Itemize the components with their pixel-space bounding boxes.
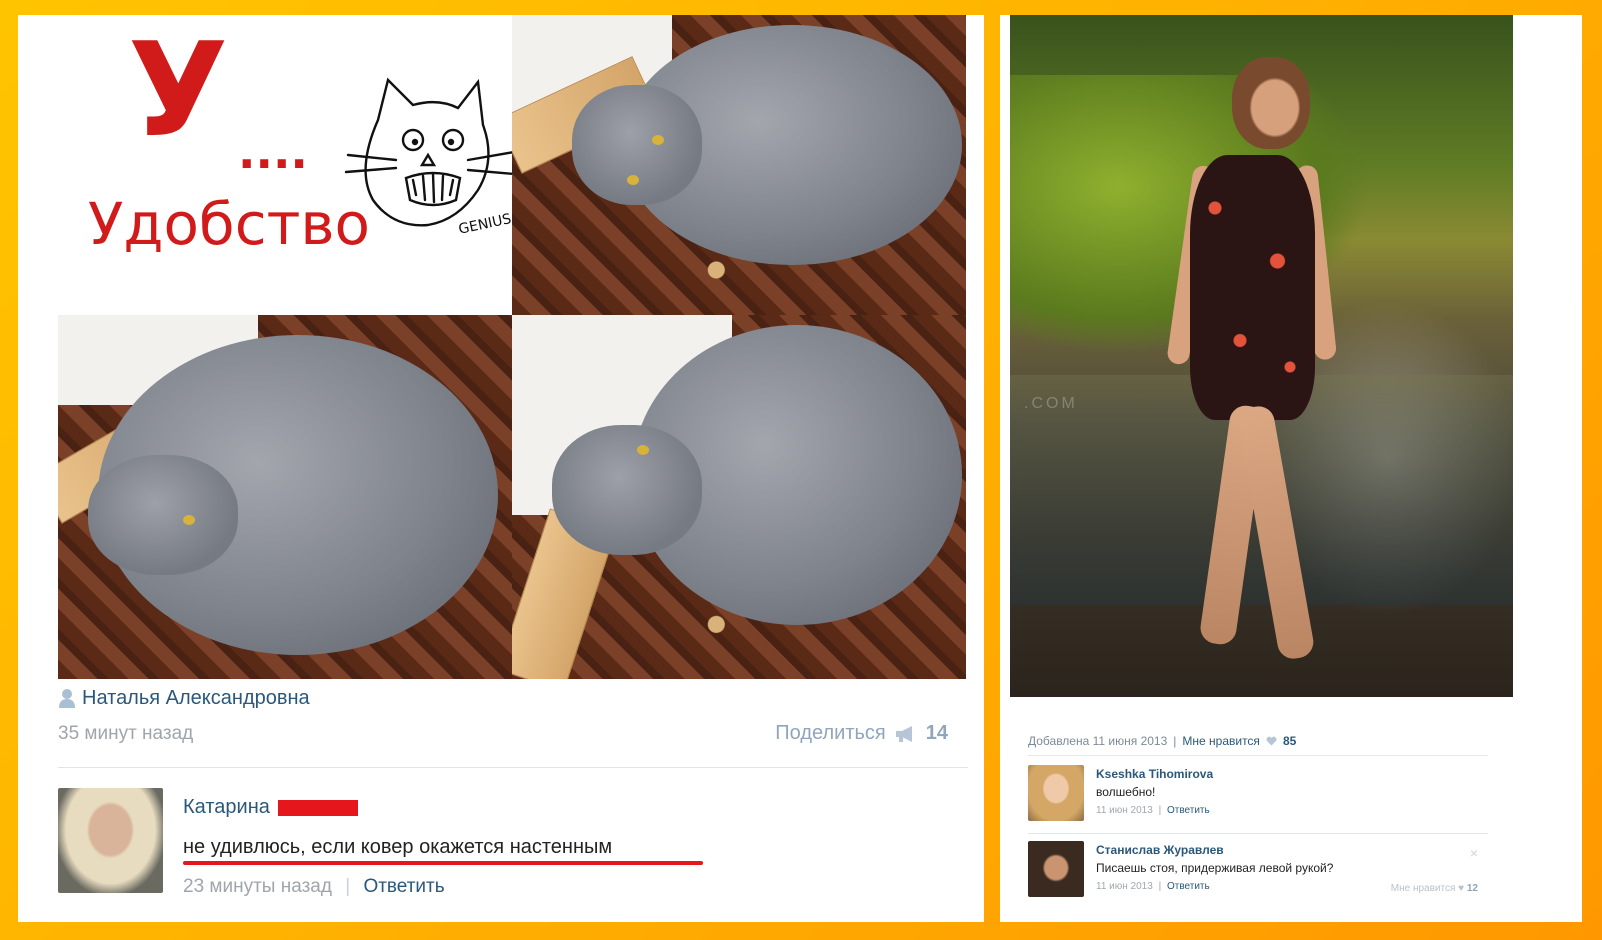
- comment-meta: 23 минуты назад | Ответить: [183, 876, 445, 898]
- comment-like-button[interactable]: Мне нравится ♥ 12: [1391, 883, 1478, 894]
- heart-icon[interactable]: [1266, 736, 1277, 746]
- post-divider: [58, 767, 968, 768]
- comment-author[interactable]: Катарина: [183, 796, 358, 819]
- right-post-card: .COM Добавлена 11 июня 2013 | Мне нравит…: [1000, 15, 1582, 922]
- comment-author-name[interactable]: Kseshka Tihomirova: [1096, 767, 1213, 781]
- post-time: 35 минут назад: [58, 723, 194, 744]
- megaphone-icon: [895, 725, 912, 742]
- comment-text: не удивлюсь, если ковер окажется настенн…: [183, 836, 613, 858]
- comment-separator: |: [1158, 881, 1162, 892]
- left-post-card: У .... Удобство GENIUS Наталья Александр…: [18, 15, 984, 922]
- photo-watermark: .COM: [1024, 395, 1078, 412]
- meme-big-letter: У: [128, 15, 229, 166]
- share-count: 14: [925, 722, 948, 744]
- comment-author-name[interactable]: Катарина: [183, 796, 270, 819]
- comment-date: 11 июн 2013: [1096, 805, 1153, 816]
- genius-cat-drawing: GENIUS: [344, 77, 512, 238]
- comment-time: 23 минуты назад: [183, 876, 332, 897]
- girl-photo: .COM: [1010, 15, 1513, 697]
- share-button[interactable]: Поделиться 14: [775, 722, 948, 745]
- redaction-bar: [277, 799, 358, 816]
- photo-added-date: Добавлена 11 июня 2013: [1028, 734, 1168, 748]
- comment: Катарина не удивлюсь, если ковер окажетс…: [58, 788, 968, 908]
- comment-text: Писаешь стоя, придерживая левой рукой?: [1096, 861, 1334, 875]
- genius-caption: GENIUS: [457, 211, 512, 238]
- cat-photo-2: [58, 315, 512, 679]
- heart-icon: ♥: [1458, 883, 1465, 894]
- comment-text: волшебно!: [1096, 785, 1156, 799]
- post-author[interactable]: Наталья Александровна: [58, 685, 310, 711]
- comment-separator: |: [1158, 805, 1162, 816]
- share-label[interactable]: Поделиться: [775, 722, 885, 745]
- meme-caption-cell: У .... Удобство GENIUS: [58, 15, 512, 315]
- comment: Kseshka Tihomirova волшебно! 11 июн 2013…: [1028, 765, 1488, 825]
- comment: Станислав Журавлев Писаешь стоя, придерж…: [1028, 841, 1488, 901]
- comment-avatar[interactable]: [1028, 841, 1084, 897]
- meta-separator: |: [1173, 734, 1177, 748]
- user-icon: [59, 689, 75, 708]
- comment-divider: [1028, 833, 1488, 834]
- cat-photo-1: [512, 15, 966, 315]
- comment-reply-link[interactable]: Ответить: [1167, 805, 1210, 816]
- comment-avatar[interactable]: [58, 788, 163, 893]
- meme-dots: ....: [238, 125, 308, 179]
- close-icon[interactable]: ×: [1470, 845, 1478, 861]
- comment-underline: [183, 861, 703, 865]
- meme-collage: У .... Удобство GENIUS: [58, 15, 966, 679]
- comment-like-label[interactable]: Мне нравится: [1391, 883, 1456, 894]
- comment-like-count: 12: [1466, 883, 1478, 894]
- comment-author-name[interactable]: Станислав Журавлев: [1096, 843, 1224, 857]
- photo-meta: Добавлена 11 июня 2013 | Мне нравится 85: [1028, 734, 1296, 748]
- post-author-name[interactable]: Наталья Александровна: [82, 687, 310, 710]
- comment-avatar[interactable]: [1028, 765, 1084, 821]
- like-button[interactable]: Мне нравится: [1182, 734, 1260, 748]
- comment-date: 11 июн 2013: [1096, 881, 1153, 892]
- comment-meta: 11 июн 2013 | Ответить: [1096, 805, 1210, 816]
- cat-photo-3: [512, 315, 966, 679]
- meta-divider: [1028, 755, 1488, 756]
- comment-separator: |: [345, 876, 351, 897]
- comment-reply-link[interactable]: Ответить: [363, 876, 444, 897]
- comment-reply-link[interactable]: Ответить: [1167, 881, 1210, 892]
- like-count: 85: [1282, 734, 1297, 748]
- comment-meta: 11 июн 2013 | Ответить: [1096, 881, 1210, 892]
